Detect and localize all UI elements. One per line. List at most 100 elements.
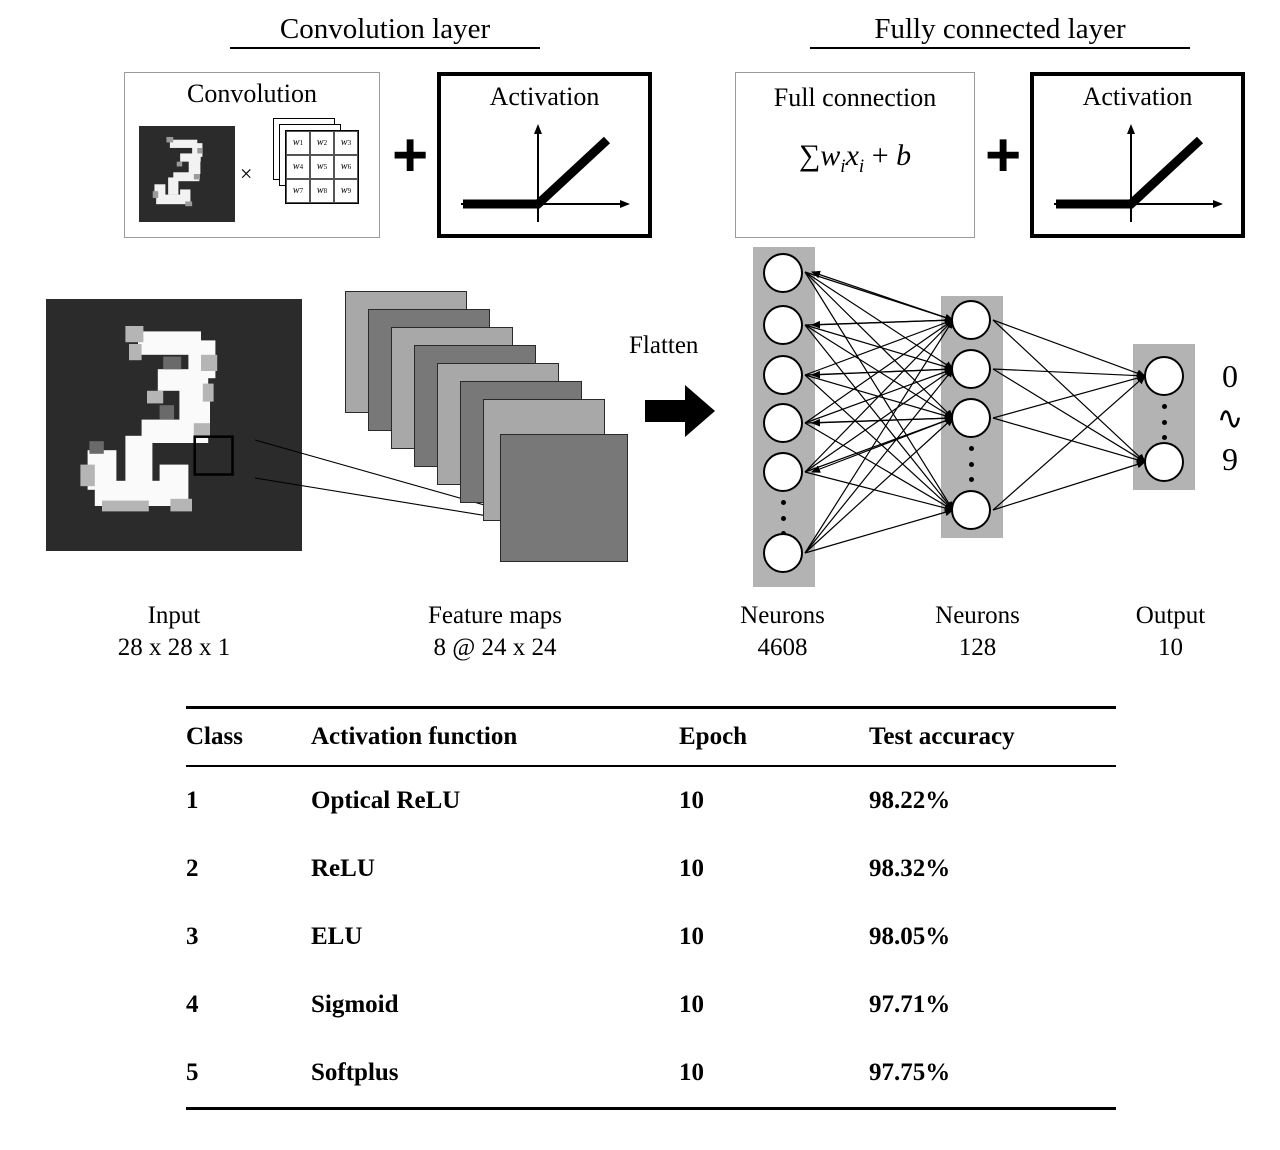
caption-feature-maps-detail: 8 @ 24 x 24	[433, 634, 557, 661]
section-title-fully-connected-layer: Fully connected layer	[810, 13, 1190, 49]
hidden-neuron-last	[951, 490, 991, 530]
cell-class: 2	[186, 855, 199, 882]
feature-map-card-8	[500, 434, 628, 562]
cell-class: 3	[186, 923, 199, 950]
caption-input-name: Input	[147, 602, 201, 629]
cell-accuracy: 98.32%	[869, 855, 951, 882]
cell-class: 5	[186, 1059, 199, 1086]
full-connection-module-box: Full connection ∑wixi + b	[735, 72, 975, 238]
kernel-cell-w3: w3	[334, 131, 358, 155]
kernel-cell-w2: w2	[310, 131, 334, 155]
kernel-cell-w4: w4	[286, 155, 310, 179]
cell-class: 1	[186, 787, 199, 814]
output-digit-0: 0	[1222, 358, 1238, 394]
kernel-cell-w6: w6	[334, 155, 358, 179]
relu-plot-fc	[1048, 118, 1230, 230]
kernel-cell-w7: w7	[286, 179, 310, 203]
kernel-cell-w1: w1	[286, 131, 310, 155]
caption-neurons-128-detail: 128	[958, 634, 997, 661]
plus-operator-fully-connected: +	[985, 121, 1022, 190]
flatten-arrow-icon	[645, 383, 717, 439]
mnist-digit-thumb-svg	[139, 126, 235, 222]
activation-module-title-conv: Activation	[489, 82, 600, 111]
caption-output-10: Output 10	[1078, 600, 1263, 664]
flatten-label: Flatten	[629, 332, 699, 359]
hidden-neuron-2	[951, 349, 991, 389]
results-table-body: 1 Optical ReLU 10 98.22% 2 ReLU 10 98.32…	[186, 766, 1116, 1109]
input-neuron-4	[763, 403, 803, 443]
formula-plus: +	[871, 139, 889, 172]
cell-epoch: 10	[679, 1059, 704, 1086]
convolution-multiply-operator: ×	[240, 161, 253, 186]
formula-bias: b	[896, 139, 912, 172]
formula-w: w	[820, 139, 841, 172]
output-neuron-1	[1144, 356, 1184, 396]
cell-class: 4	[186, 991, 199, 1018]
full-connection-module-title: Full connection	[773, 83, 937, 112]
column-header-accuracy: Test accuracy	[869, 723, 1015, 750]
results-table-wrapper: Class Activation function Epoch Test acc…	[186, 706, 1116, 1110]
kernel-cell-w8: w8	[310, 179, 334, 203]
output-digit-9: 9	[1222, 441, 1238, 477]
convolution-kernel-grid: w1 w2 w3 w4 w5 w6 w7 w8 w9	[285, 130, 359, 204]
cell-activation: ReLU	[311, 855, 375, 882]
section-title-convolution-layer: Convolution layer	[230, 13, 540, 49]
kernel-cell-w5: w5	[310, 155, 334, 179]
caption-neurons-4608: Neurons 4608	[690, 600, 875, 664]
cell-accuracy: 97.75%	[869, 1059, 951, 1086]
kernel-cell-w9: w9	[334, 179, 358, 203]
caption-feature-maps: Feature maps 8 @ 24 x 24	[365, 600, 625, 664]
caption-input: Input 28 x 28 x 1	[48, 600, 300, 664]
input-neuron-5	[763, 452, 803, 492]
hidden-neuron-1	[951, 300, 991, 340]
input-layer-ellipsis	[780, 500, 786, 536]
caption-neurons-4608-detail: 4608	[757, 634, 808, 661]
results-table-head: Class Activation function Epoch Test acc…	[186, 707, 1116, 766]
formula-x: x	[845, 139, 859, 172]
cell-accuracy: 98.22%	[869, 787, 951, 814]
input-neuron-last	[763, 533, 803, 573]
plus-operator-convolution: +	[392, 121, 429, 190]
caption-neurons-4608-name: Neurons	[740, 602, 825, 629]
output-neuron-last	[1144, 442, 1184, 482]
results-table-header-row: Class Activation function Epoch Test acc…	[186, 707, 1116, 766]
formula-sigma: ∑	[798, 139, 821, 172]
cell-activation: Sigmoid	[311, 991, 399, 1018]
input-neuron-1	[763, 253, 803, 293]
cell-activation: Softplus	[311, 1059, 399, 1086]
cell-epoch: 10	[679, 855, 704, 882]
cell-activation: ELU	[311, 923, 363, 950]
cell-epoch: 10	[679, 923, 704, 950]
input-neuron-2	[763, 305, 803, 345]
column-header-activation: Activation function	[311, 723, 518, 750]
caption-neurons-128-name: Neurons	[935, 602, 1020, 629]
table-row: 3 ELU 10 98.05%	[186, 903, 1116, 971]
table-row: 2 ReLU 10 98.32%	[186, 835, 1116, 903]
results-table: Class Activation function Epoch Test acc…	[186, 706, 1116, 1110]
caption-feature-maps-name: Feature maps	[428, 602, 562, 629]
output-layer-ellipsis	[1161, 404, 1167, 440]
relu-plot-conv	[455, 118, 637, 230]
formula-x-subscript: i	[858, 156, 865, 177]
hidden-layer-ellipsis	[968, 446, 974, 482]
cell-epoch: 10	[679, 991, 704, 1018]
cell-accuracy: 97.71%	[869, 991, 951, 1018]
activation-module-title-fc: Activation	[1082, 82, 1193, 111]
input-neuron-3	[763, 355, 803, 395]
table-row: 4 Sigmoid 10 97.71%	[186, 971, 1116, 1039]
table-row: 1 Optical ReLU 10 98.22%	[186, 766, 1116, 835]
cell-epoch: 10	[679, 787, 704, 814]
figure-canvas: Convolution layer Fully connected layer …	[0, 0, 1280, 1150]
caption-neurons-128: Neurons 128	[885, 600, 1070, 664]
caption-input-detail: 28 x 28 x 1	[117, 634, 231, 661]
caption-output-10-name: Output	[1135, 602, 1206, 629]
convolution-module-title: Convolution	[186, 79, 317, 108]
column-header-epoch: Epoch	[679, 723, 748, 750]
mnist-digit-thumbnail	[139, 126, 235, 222]
output-digit-ellipsis: ∿	[1216, 400, 1244, 436]
hidden-neuron-3	[951, 398, 991, 438]
table-row: 5 Softplus 10 97.75%	[186, 1039, 1116, 1109]
column-header-class: Class	[186, 723, 243, 750]
full-connection-formula: ∑wixi + b	[736, 139, 974, 177]
cell-accuracy: 98.05%	[869, 923, 951, 950]
